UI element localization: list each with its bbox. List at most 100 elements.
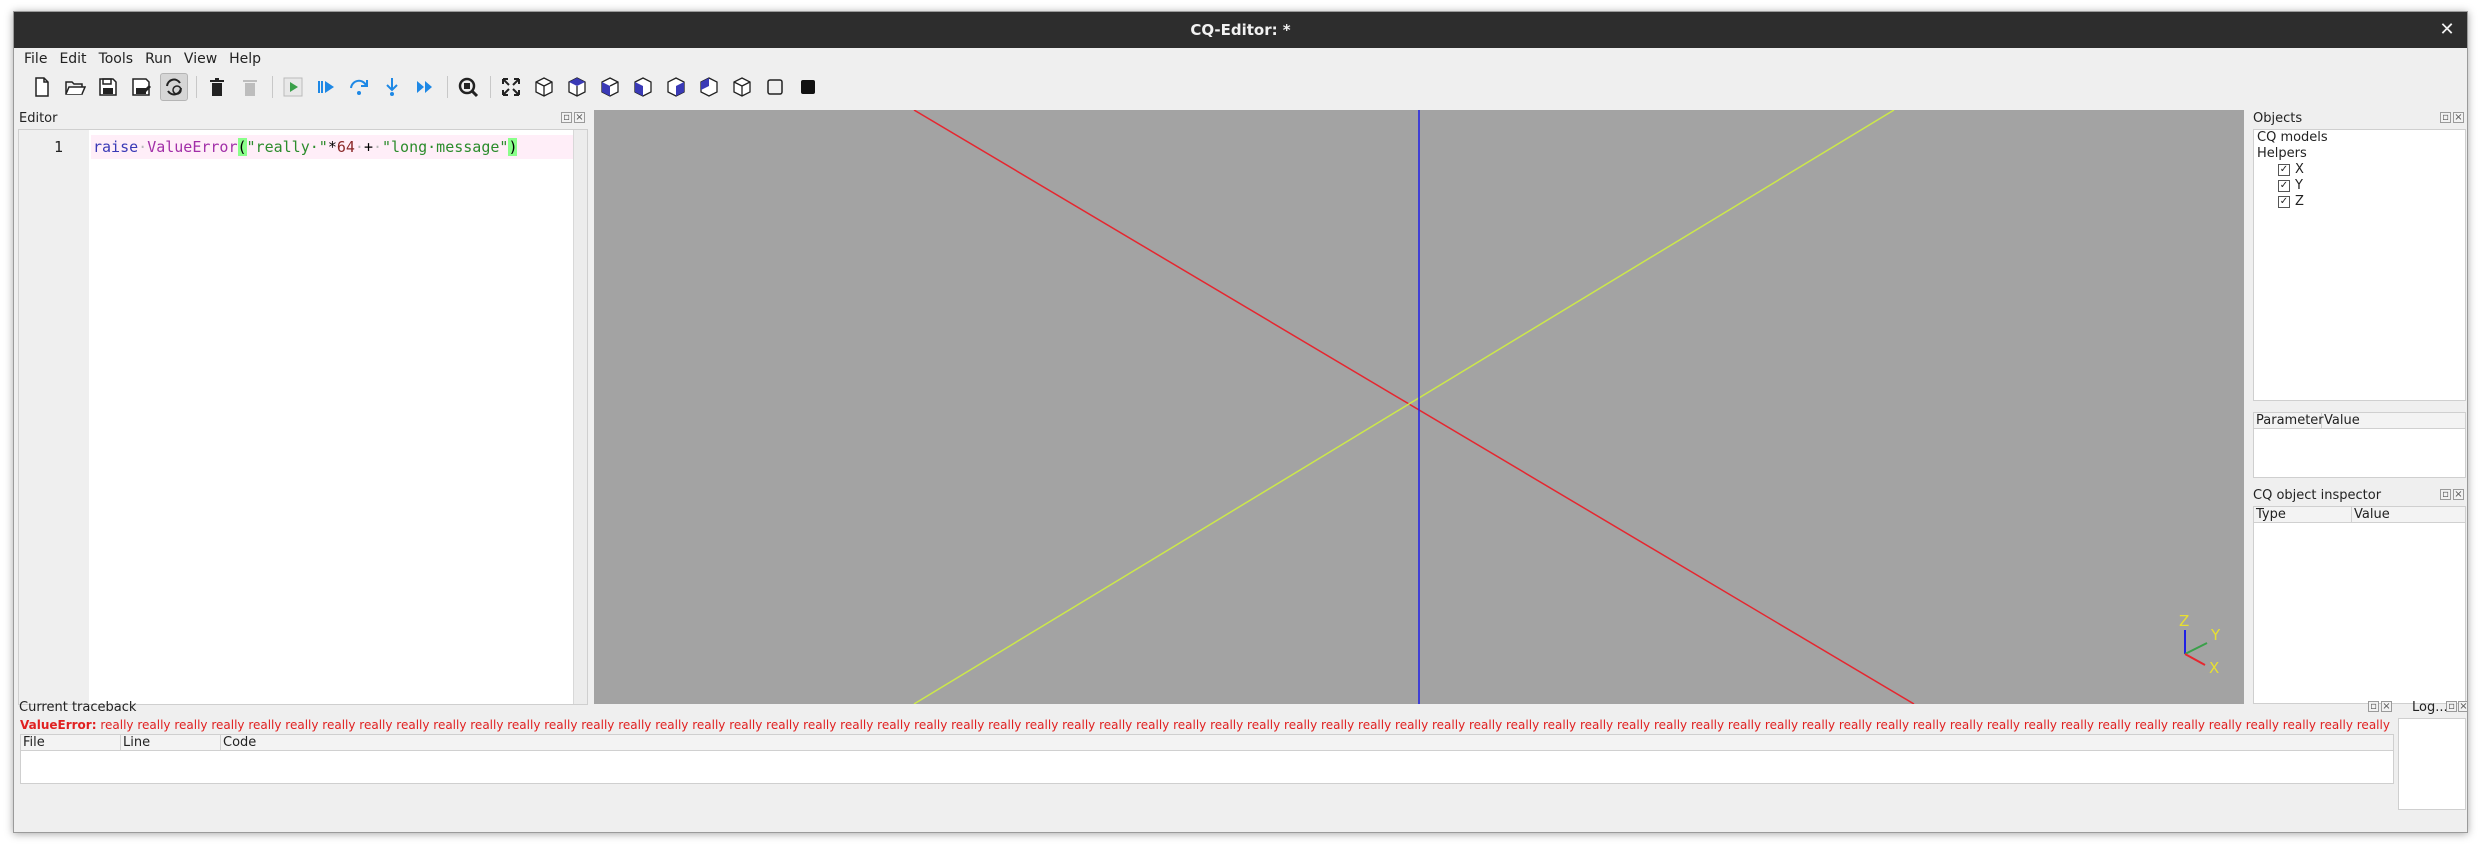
menu-run[interactable]: Run xyxy=(145,51,172,67)
tree-item-z[interactable]: ✓ Z xyxy=(2254,194,2465,210)
fit-view-button[interactable] xyxy=(497,73,525,101)
error-message: ValueError: really really really really … xyxy=(20,718,2390,732)
traceback-float-icon[interactable]: ▫ xyxy=(2368,701,2379,712)
menu-edit[interactable]: Edit xyxy=(59,51,86,67)
inspector-title-label: CQ object inspector xyxy=(2253,488,2382,503)
object-inspector-panel: CQ object inspector ▫ × Type Value xyxy=(2250,488,2467,704)
step-over-button[interactable] xyxy=(345,73,373,101)
back-view-button[interactable] xyxy=(662,73,690,101)
menu-bar: File Edit Tools Run View Help xyxy=(14,48,2467,70)
checkbox-z[interactable]: ✓ xyxy=(2278,196,2290,208)
save-as-button[interactable] xyxy=(127,73,155,101)
continue-button[interactable] xyxy=(411,73,439,101)
delete-button[interactable] xyxy=(236,73,264,101)
clear-button[interactable] xyxy=(203,73,231,101)
menu-tools[interactable]: Tools xyxy=(99,51,134,67)
code-editor[interactable]: 1 raise·ValueError("really·"*64·+·"long·… xyxy=(18,129,588,705)
main-window: CQ-Editor: * ✕ File Edit Tools Run View … xyxy=(13,11,2468,833)
tree-item-x[interactable]: ✓ X xyxy=(2254,162,2465,178)
inspector-table-header: Type Value xyxy=(2254,507,2465,523)
checkbox-y[interactable]: ✓ xyxy=(2278,180,2290,192)
log-view[interactable] xyxy=(2398,718,2466,810)
axis-triad: Z Y X xyxy=(2179,612,2221,677)
back-view-icon xyxy=(667,77,685,97)
editor-scrollbar[interactable] xyxy=(573,130,587,704)
col-line[interactable]: Line xyxy=(121,735,221,750)
left-view-icon xyxy=(700,77,718,97)
menu-file[interactable]: File xyxy=(24,51,47,67)
objects-close-icon[interactable]: × xyxy=(2453,112,2464,123)
code-line[interactable]: raise·ValueError("really·"*64·+·"long·me… xyxy=(91,135,573,159)
objects-title-label: Objects xyxy=(2253,111,2303,126)
checkbox-x[interactable]: ✓ xyxy=(2278,164,2290,176)
inspector-table: Type Value xyxy=(2253,506,2466,704)
new-file-button[interactable] xyxy=(28,73,56,101)
log-title-label: Log... xyxy=(2412,700,2448,715)
col-parameter[interactable]: Parameter xyxy=(2254,413,2324,428)
tree-item-helpers[interactable]: Helpers xyxy=(2254,146,2465,162)
col-file[interactable]: File xyxy=(21,735,121,750)
iso-view-button[interactable] xyxy=(530,73,558,101)
parameter-table: Parameter Value xyxy=(2253,412,2466,478)
col-code[interactable]: Code xyxy=(221,735,2393,750)
error-text: really really really really really reall… xyxy=(100,718,2390,732)
status-bar xyxy=(14,818,2467,832)
right-view-button[interactable] xyxy=(728,73,756,101)
3d-viewport[interactable]: Z Y X xyxy=(594,110,2244,704)
col-value[interactable]: Value xyxy=(2322,413,2465,428)
shaded-button[interactable] xyxy=(794,73,822,101)
bottom-view-button[interactable] xyxy=(596,73,624,101)
editor-float-icon[interactable]: ▫ xyxy=(561,112,572,123)
objects-float-icon[interactable]: ▫ xyxy=(2440,112,2451,123)
triad-x-label: X xyxy=(2209,659,2219,677)
render-button[interactable] xyxy=(279,73,307,101)
step-in-button[interactable] xyxy=(378,73,406,101)
y-axis-line xyxy=(913,110,1895,704)
inspector-float-icon[interactable]: ▫ xyxy=(2440,489,2451,500)
editor-title: Editor ▫ × xyxy=(16,111,591,127)
window-title: CQ-Editor: * xyxy=(1190,21,1291,39)
traceback-table: File Line Code xyxy=(20,734,2394,784)
error-type: ValueError: xyxy=(20,718,97,732)
debug-icon xyxy=(318,81,334,93)
editor-close-icon[interactable]: × xyxy=(574,112,585,123)
object-tree[interactable]: CQ models Helpers ✓ X ✓ Y ✓ Z xyxy=(2253,129,2466,401)
shaded-icon xyxy=(801,80,815,94)
continue-icon xyxy=(417,81,432,93)
clear-icon xyxy=(210,78,224,96)
autoreload-icon xyxy=(166,78,182,96)
tree-item-y[interactable]: ✓ Y xyxy=(2254,178,2465,194)
close-button[interactable]: ✕ xyxy=(2435,18,2459,42)
col-type[interactable]: Type xyxy=(2254,507,2352,522)
autoreload-button[interactable] xyxy=(160,73,188,101)
log-float-icon[interactable]: ▫ xyxy=(2446,701,2457,712)
tree-item-cq-models[interactable]: CQ models xyxy=(2254,130,2465,146)
delete-icon xyxy=(243,80,257,96)
tree-item-label: CQ models xyxy=(2257,130,2328,145)
col-value[interactable]: Value xyxy=(2352,507,2465,522)
save-as-icon xyxy=(132,78,151,96)
render-play-icon xyxy=(283,77,303,97)
debug-button[interactable] xyxy=(312,73,340,101)
line-number-gutter: 1 xyxy=(19,130,89,704)
traceback-close-icon[interactable]: × xyxy=(2381,701,2392,712)
left-view-button[interactable] xyxy=(695,73,723,101)
open-folder-icon xyxy=(65,81,86,95)
open-button[interactable] xyxy=(61,73,89,101)
log-close-icon[interactable]: × xyxy=(2458,701,2467,712)
menu-view[interactable]: View xyxy=(184,51,217,67)
inspector-close-icon[interactable]: × xyxy=(2453,489,2464,500)
inspect-button[interactable] xyxy=(454,73,482,101)
step-over-icon xyxy=(350,79,368,95)
toolbar-separator xyxy=(272,76,273,98)
toolbar xyxy=(14,72,2467,102)
wireframe-button[interactable] xyxy=(761,73,789,101)
editor-panel: Editor ▫ × 1 raise·ValueError("really·"*… xyxy=(16,111,591,705)
tree-item-label: Y xyxy=(2295,178,2303,193)
save-button[interactable] xyxy=(94,73,122,101)
front-view-button[interactable] xyxy=(629,73,657,101)
menu-help[interactable]: Help xyxy=(229,51,261,67)
right-view-icon xyxy=(733,77,751,97)
top-view-button[interactable] xyxy=(563,73,591,101)
inspect-icon xyxy=(458,77,479,98)
